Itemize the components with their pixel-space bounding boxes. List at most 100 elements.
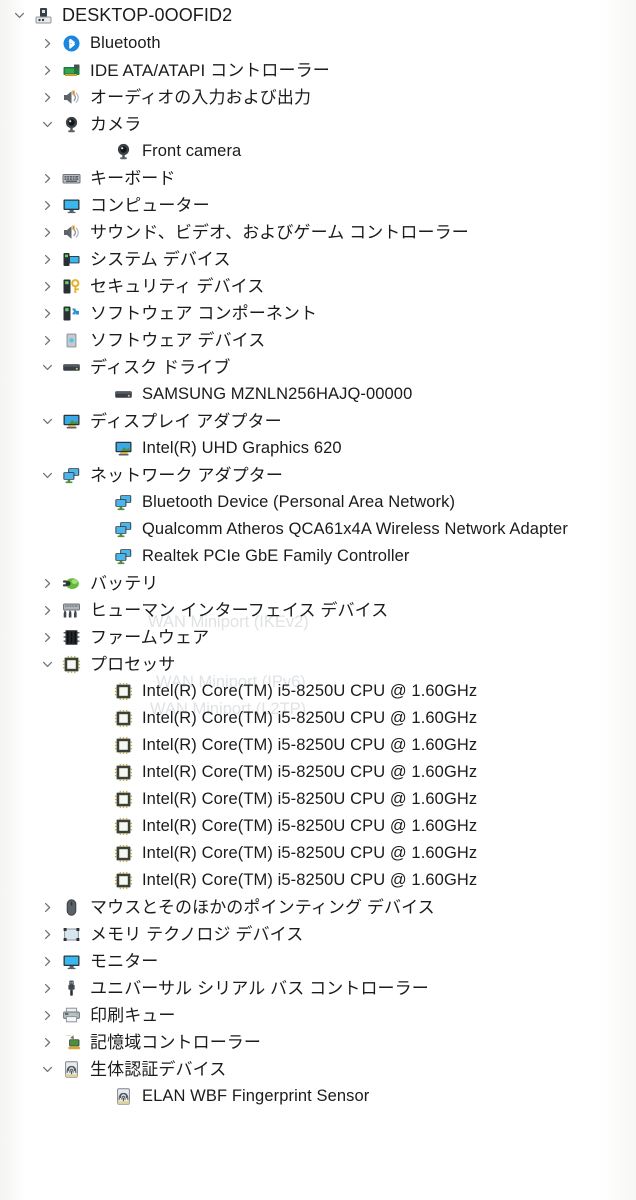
tree-node-intel-r-core-tm-i5-8250u-cpu-1-60ghz[interactable]: Intel(R) Core(TM) i5-8250U CPU @ 1.60GHz — [0, 732, 636, 759]
tree-node-intel-r-core-tm-i5-8250u-cpu-1-60ghz[interactable]: Intel(R) Core(TM) i5-8250U CPU @ 1.60GHz — [0, 813, 636, 840]
tree-node-node[interactable]: セキュリティ デバイス — [0, 273, 636, 300]
tree-node-node[interactable]: オーディオの入力および出力 — [0, 84, 636, 111]
audio-icon — [60, 88, 82, 108]
chevron-right-icon[interactable] — [38, 89, 56, 107]
chevron-down-icon[interactable] — [10, 6, 28, 24]
biometric-icon — [60, 1060, 82, 1080]
tree-node-label: Intel(R) Core(TM) i5-8250U CPU @ 1.60GHz — [142, 736, 478, 755]
tree-node-bluetooth[interactable]: Bluetooth — [0, 30, 636, 57]
tree-node-node[interactable]: システム デバイス — [0, 246, 636, 273]
chevron-placeholder-icon — [90, 764, 108, 782]
tree-node-label: DESKTOP-0OOFID2 — [62, 5, 233, 25]
tree-node-front-camera[interactable]: Front camera — [0, 138, 636, 165]
tree-node-node[interactable]: メモリ テクノロジ デバイス — [0, 921, 636, 948]
chevron-right-icon[interactable] — [38, 899, 56, 917]
chevron-down-icon[interactable] — [38, 413, 56, 431]
tree-node-node[interactable]: プロセッサ — [0, 651, 636, 678]
tree-node-bluetooth-device-personal-area-network[interactable]: Bluetooth Device (Personal Area Network) — [0, 489, 636, 516]
tree-node-label: ディスプレイ アダプター — [90, 412, 282, 431]
tree-node-label: プロセッサ — [90, 655, 176, 674]
chevron-right-icon[interactable] — [38, 224, 56, 242]
chevron-right-icon[interactable] — [38, 35, 56, 53]
chevron-right-icon[interactable] — [38, 629, 56, 647]
tree-node-node[interactable]: ディスプレイ アダプター — [0, 408, 636, 435]
chevron-right-icon[interactable] — [38, 1007, 56, 1025]
tree-node-node[interactable]: ネットワーク アダプター — [0, 462, 636, 489]
chevron-down-icon[interactable] — [38, 116, 56, 134]
memory-technology-icon — [60, 925, 82, 945]
tree-node-node[interactable]: モニター — [0, 948, 636, 975]
tree-node-label: SAMSUNG MZNLN256HAJQ-00000 — [142, 385, 413, 404]
display-adapter-icon — [60, 412, 82, 432]
tree-node-label: システム デバイス — [90, 250, 231, 269]
tree-node-node[interactable]: マウスとそのほかのポインティング デバイス — [0, 894, 636, 921]
chevron-placeholder-icon — [90, 791, 108, 809]
tree-node-node[interactable]: ファームウェア — [0, 624, 636, 651]
chevron-placeholder-icon — [90, 845, 108, 863]
tree-node-node[interactable]: 印刷キュー — [0, 1002, 636, 1029]
tree-node-node[interactable]: コンピューター — [0, 192, 636, 219]
chevron-right-icon[interactable] — [38, 575, 56, 593]
chevron-right-icon[interactable] — [38, 251, 56, 269]
tree-node-intel-r-core-tm-i5-8250u-cpu-1-60ghz[interactable]: Intel(R) Core(TM) i5-8250U CPU @ 1.60GHz — [0, 678, 636, 705]
audio-icon — [60, 223, 82, 243]
chevron-placeholder-icon — [90, 710, 108, 728]
tree-node-node[interactable]: ヒューマン インターフェイス デバイス — [0, 597, 636, 624]
chevron-down-icon[interactable] — [38, 467, 56, 485]
tree-node-qualcomm-atheros-qca61x4a-wireless-network-adapt[interactable]: Qualcomm Atheros QCA61x4A Wireless Netwo… — [0, 516, 636, 543]
tree-node-intel-r-core-tm-i5-8250u-cpu-1-60ghz[interactable]: Intel(R) Core(TM) i5-8250U CPU @ 1.60GHz — [0, 840, 636, 867]
tree-node-intel-r-core-tm-i5-8250u-cpu-1-60ghz[interactable]: Intel(R) Core(TM) i5-8250U CPU @ 1.60GHz — [0, 867, 636, 894]
chevron-right-icon[interactable] — [38, 602, 56, 620]
chevron-right-icon[interactable] — [38, 953, 56, 971]
tree-node-node[interactable]: ディスク ドライブ — [0, 354, 636, 381]
network-adapter-icon — [112, 520, 134, 540]
tree-root-node[interactable]: DESKTOP-0OOFID2 — [0, 0, 636, 30]
chevron-down-icon[interactable] — [38, 1061, 56, 1079]
disk-drive-icon — [112, 385, 134, 405]
chevron-down-icon[interactable] — [38, 656, 56, 674]
tree-node-node[interactable]: 生体認証デバイス — [0, 1056, 636, 1083]
chevron-right-icon[interactable] — [38, 170, 56, 188]
chevron-right-icon[interactable] — [38, 62, 56, 80]
computer-icon — [32, 5, 54, 25]
chevron-right-icon[interactable] — [38, 305, 56, 323]
tree-node-elan-wbf-fingerprint-sensor[interactable]: ELAN WBF Fingerprint Sensor — [0, 1083, 636, 1110]
processor-icon — [112, 871, 134, 891]
tree-node-node[interactable]: キーボード — [0, 165, 636, 192]
tree-node-label: IDE ATA/ATAPI コントローラー — [90, 61, 330, 80]
software-component-icon — [60, 304, 82, 324]
camera-icon — [60, 115, 82, 135]
tree-node-intel-r-core-tm-i5-8250u-cpu-1-60ghz[interactable]: Intel(R) Core(TM) i5-8250U CPU @ 1.60GHz — [0, 705, 636, 732]
tree-node-label: Intel(R) Core(TM) i5-8250U CPU @ 1.60GHz — [142, 844, 478, 863]
chevron-right-icon[interactable] — [38, 197, 56, 215]
tree-node-intel-r-core-tm-i5-8250u-cpu-1-60ghz[interactable]: Intel(R) Core(TM) i5-8250U CPU @ 1.60GHz — [0, 759, 636, 786]
tree-node-label: Intel(R) UHD Graphics 620 — [142, 439, 342, 458]
chevron-placeholder-icon — [90, 1088, 108, 1106]
chevron-down-icon[interactable] — [38, 359, 56, 377]
tree-node-node[interactable]: ソフトウェア デバイス — [0, 327, 636, 354]
usb-icon — [60, 979, 82, 999]
tree-node-node[interactable]: カメラ — [0, 111, 636, 138]
bluetooth-icon — [60, 34, 82, 54]
chevron-right-icon[interactable] — [38, 1034, 56, 1052]
chevron-right-icon[interactable] — [38, 332, 56, 350]
tree-node-samsung-mznln256hajq-00000[interactable]: SAMSUNG MZNLN256HAJQ-00000 — [0, 381, 636, 408]
device-manager-tree[interactable]: DESKTOP-0OOFID2 Bluetooth IDE ATA/ATAPI コン… — [0, 0, 636, 1110]
chevron-right-icon[interactable] — [38, 980, 56, 998]
tree-node-node[interactable]: サウンド、ビデオ、およびゲーム コントローラー — [0, 219, 636, 246]
system-device-icon — [60, 250, 82, 270]
tree-node-node[interactable]: バッテリ — [0, 570, 636, 597]
network-adapter-icon — [112, 547, 134, 567]
tree-node-intel-r-core-tm-i5-8250u-cpu-1-60ghz[interactable]: Intel(R) Core(TM) i5-8250U CPU @ 1.60GHz — [0, 786, 636, 813]
tree-node-intel-r-uhd-graphics-620[interactable]: Intel(R) UHD Graphics 620 — [0, 435, 636, 462]
monitor-icon — [60, 952, 82, 972]
chevron-right-icon[interactable] — [38, 278, 56, 296]
tree-node-label: ファームウェア — [90, 628, 210, 647]
tree-node-node[interactable]: ソフトウェア コンポーネント — [0, 300, 636, 327]
printer-icon — [60, 1006, 82, 1026]
tree-node-node[interactable]: ユニバーサル シリアル バス コントローラー — [0, 975, 636, 1002]
tree-node-realtek-pcie-gbe-family-controller[interactable]: Realtek PCIe GbE Family Controller — [0, 543, 636, 570]
chevron-right-icon[interactable] — [38, 926, 56, 944]
tree-node-node[interactable]: 記憶域コントローラー — [0, 1029, 636, 1056]
tree-node-ide-ata-atapi[interactable]: IDE ATA/ATAPI コントローラー — [0, 57, 636, 84]
